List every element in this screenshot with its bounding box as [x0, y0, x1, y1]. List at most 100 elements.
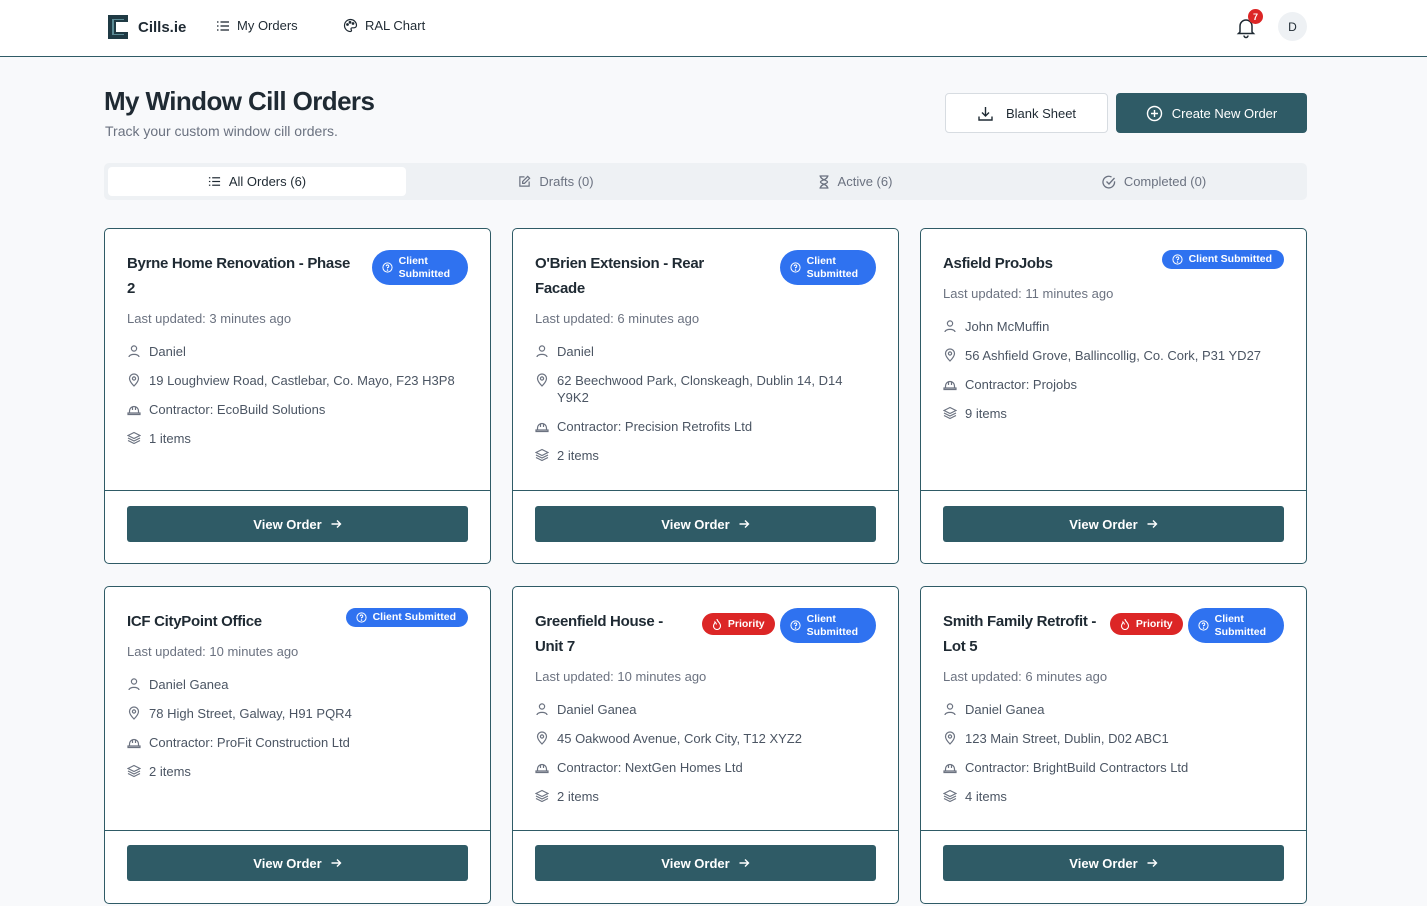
order-card: O'Brien Extension - Rear Facade Client Subm… — [512, 228, 899, 564]
order-item-count-text: 2 items — [557, 447, 599, 464]
check-circle-icon — [1102, 175, 1116, 189]
view-order-label: View Order — [661, 855, 730, 871]
order-badges: Priority Client Submitted — [1109, 608, 1284, 643]
last-updated: Last updated: 6 minutes ago — [943, 669, 1108, 684]
plus-circle-icon — [1146, 105, 1163, 122]
last-updated: Last updated: 11 minutes ago — [943, 286, 1114, 301]
badge-label: Client Submitted — [373, 611, 456, 624]
last-updated: Last updated: 6 minutes ago — [535, 311, 700, 326]
order-badges: Client Submitted — [345, 608, 468, 627]
order-title: Smith Family Retrofit - Lot 5 — [943, 609, 1096, 659]
view-order-label: View Order — [253, 855, 322, 871]
tab-drafts[interactable]: Drafts (0) — [407, 167, 705, 196]
order-contractor: Contractor: ProFit Construction Ltd — [127, 734, 467, 751]
last-updated: Last updated: 10 minutes ago — [127, 644, 299, 659]
order-customer-line: Daniel Ganea — [965, 702, 1045, 717]
nav-my-orders[interactable]: My Orders — [216, 18, 298, 33]
badge-label-line: Client — [398, 254, 428, 267]
layers-icon — [535, 788, 549, 803]
order-address: 45 Oakwood Avenue, Cork City, T12 XYZ2 — [535, 730, 875, 747]
hard-hat-icon — [535, 418, 549, 433]
tab-active[interactable]: Active (6) — [706, 167, 1004, 196]
help-circle-icon — [382, 262, 393, 273]
order-address-text: 78 High Street, Galway, H91 PQR4 — [149, 705, 352, 722]
create-new-order-label: Create New Order — [1171, 105, 1278, 121]
view-order-button[interactable]: View Order — [127, 845, 468, 881]
order-item-count: 9 items — [943, 405, 1283, 422]
order-title: Greenfield House - Unit 7 — [535, 609, 663, 659]
order-contractor-text: Contractor: EcoBuild Solutions — [149, 401, 325, 418]
order-customer-text: Daniel Ganea — [557, 701, 637, 718]
flame-icon — [1120, 618, 1130, 630]
view-order-label: View Order — [1069, 855, 1138, 871]
tab-completed[interactable]: Completed (0) — [1005, 167, 1303, 196]
help-circle-icon — [790, 620, 801, 631]
map-pin-icon — [535, 372, 549, 387]
user-avatar[interactable]: D — [1278, 12, 1307, 41]
order-badges: Client Submitted — [779, 250, 876, 285]
order-item-count: 4 items — [943, 788, 1283, 805]
badge-label-line: Priority — [727, 617, 765, 630]
order-title: O'Brien Extension - Rear Facade — [535, 251, 704, 301]
order-title-line: Facade — [535, 280, 585, 297]
tab-all-orders[interactable]: All Orders (6) — [108, 167, 406, 196]
view-order-button[interactable]: View Order — [943, 845, 1284, 881]
client-submitted-badge: Client Submitted — [779, 250, 876, 285]
order-item-count: 2 items — [535, 447, 875, 464]
view-order-button[interactable]: View Order — [943, 506, 1284, 542]
notification-count-badge: 7 — [1248, 9, 1263, 24]
user-icon — [535, 343, 549, 358]
order-contractor-text: Contractor: BrightBuild Contractors Ltd — [965, 759, 1188, 776]
client-submitted-badge: Client Submitted — [1161, 250, 1284, 269]
priority-badge: Priority — [701, 613, 775, 635]
layers-icon — [127, 763, 141, 778]
order-address-line: 19 Loughview Road, Castlebar, Co. Mayo, … — [149, 373, 455, 388]
order-customer: Daniel Ganea — [127, 676, 467, 693]
order-customer-text: John McMuffin — [965, 318, 1049, 335]
order-address-text: 56 Ashfield Grove, Ballincollig, Co. Cor… — [965, 347, 1261, 364]
card-divider — [921, 490, 1306, 491]
view-order-button[interactable]: View Order — [535, 506, 876, 542]
user-icon — [943, 701, 957, 716]
order-address: 78 High Street, Galway, H91 PQR4 — [127, 705, 467, 722]
help-circle-icon — [1198, 620, 1209, 631]
order-title-line: Byrne Home Renovation - Phase — [127, 255, 351, 272]
arrow-right-icon — [738, 857, 750, 869]
client-submitted-badge: Client Submitted — [345, 608, 468, 627]
view-order-button[interactable]: View Order — [127, 506, 468, 542]
view-order-button[interactable]: View Order — [535, 845, 876, 881]
card-divider — [105, 490, 490, 491]
order-title: ICF CityPoint Office — [127, 609, 262, 634]
nav-ral-chart[interactable]: RAL Chart — [343, 18, 425, 33]
order-contractor-text: Contractor: Projobs — [965, 376, 1077, 393]
list-icon — [208, 175, 221, 188]
hourglass-icon — [818, 174, 830, 189]
user-icon — [943, 318, 957, 333]
order-item-count-line: 2 items — [557, 448, 599, 463]
user-icon — [127, 343, 141, 358]
order-address-line: 123 Main Street, Dublin, D02 ABC1 — [965, 731, 1169, 746]
order-title: Byrne Home Renovation - Phase 2 — [127, 251, 350, 301]
badge-label: Client Submitted — [807, 613, 858, 639]
order-contractor-text: Contractor: Precision Retrofits Ltd — [557, 418, 752, 435]
layers-icon — [943, 405, 957, 420]
badge-label-line: Client — [1214, 612, 1244, 625]
client-submitted-badge: Client Submitted — [1187, 608, 1284, 643]
help-circle-icon — [355, 612, 367, 623]
order-item-count-text: 9 items — [965, 405, 1007, 422]
blank-sheet-label: Blank Sheet — [1005, 105, 1077, 121]
arrow-right-icon — [1146, 518, 1158, 530]
badge-label: Client Submitted — [1189, 253, 1272, 266]
order-address-text: 19 Loughview Road, Castlebar, Co. Mayo, … — [149, 372, 455, 389]
badge-label-line: Submitted — [806, 267, 858, 280]
order-filter-tabs: All Orders (6) Drafts (0) Active (6) Com… — [104, 163, 1307, 200]
blank-sheet-button[interactable]: Blank Sheet — [945, 93, 1108, 133]
order-contractor: Contractor: BrightBuild Contractors Ltd — [943, 759, 1283, 776]
order-contractor-line: Contractor: Projobs — [965, 377, 1077, 392]
badge-label-line: Client Submitted — [1188, 253, 1272, 265]
hard-hat-icon — [127, 734, 141, 749]
badge-label: Client Submitted — [807, 255, 858, 281]
order-badges: Client Submitted — [1161, 250, 1284, 269]
brand[interactable]: Cills.ie — [104, 13, 186, 41]
create-new-order-button[interactable]: Create New Order — [1116, 93, 1307, 133]
